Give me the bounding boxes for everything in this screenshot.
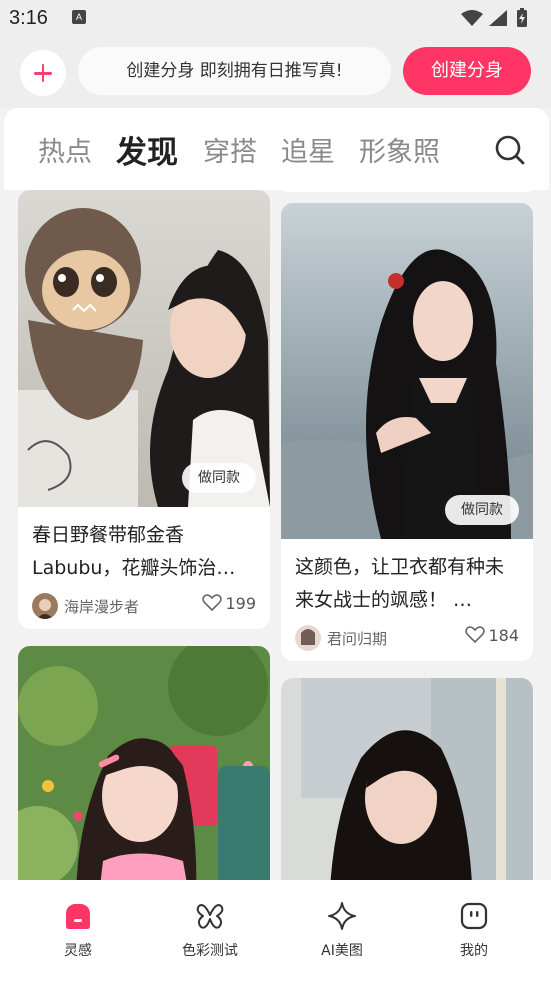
photo-girl-in-garden: [18, 646, 270, 880]
card-image[interactable]: [18, 646, 270, 880]
search-icon[interactable]: [494, 134, 526, 166]
feed-card-partial[interactable]: [281, 190, 533, 192]
category-tabs: 热点 发现 穿搭 追星 形象照: [4, 108, 549, 190]
heart-icon[interactable]: [202, 594, 223, 612]
create-avatar-button[interactable]: 创建分身: [403, 47, 531, 95]
tab-celebrity[interactable]: 追星: [281, 130, 335, 169]
photo-girl-with-plush: [18, 190, 270, 507]
create-avatar-promo[interactable]: 创建分身 即刻拥有日推写真!: [78, 47, 391, 95]
sparkle-icon[interactable]: [326, 900, 358, 932]
like-count-value: 184: [488, 626, 519, 645]
feed-card[interactable]: [281, 678, 533, 880]
feed-list[interactable]: 做同款 春日野餐带郁金香Labubu，花瓣头饰治… 海岸漫步者 199 做同款 …: [0, 190, 551, 880]
feed-card[interactable]: 做同款 春日野餐带郁金香Labubu，花瓣头饰治… 海岸漫步者 199: [18, 190, 270, 629]
feed-card[interactable]: [18, 646, 270, 880]
nav-label: 色彩测试: [182, 943, 238, 959]
butterfly-icon[interactable]: [194, 900, 226, 932]
status-system-icons: [461, 8, 527, 27]
inspiration-icon[interactable]: [62, 900, 94, 932]
card-meta: 君问归期 184: [281, 617, 533, 661]
tab-outfit[interactable]: 穿搭: [203, 130, 257, 169]
nav-item-color-test[interactable]: 色彩测试: [150, 900, 270, 960]
notification-icon: A: [72, 10, 86, 24]
like-count-value: 199: [225, 594, 256, 613]
card-title: 春日野餐带郁金香Labubu，花瓣头饰治…: [32, 524, 236, 579]
create-avatar-bar: 创建分身 即刻拥有日推写真! 创建分身: [0, 36, 551, 108]
author-avatar[interactable]: [295, 625, 321, 651]
heart-icon[interactable]: [465, 626, 486, 644]
card-image[interactable]: 做同款: [281, 203, 533, 539]
author-avatar[interactable]: [32, 593, 58, 619]
bottom-nav: 灵感 色彩测试 AI美图 我的: [0, 880, 551, 981]
card-title: 这颜色，让卫衣都有种未来女战士的飒感！ …: [295, 556, 505, 611]
nav-label: 我的: [460, 943, 488, 959]
status-bar: 3:16 A: [0, 0, 551, 36]
author-name[interactable]: 海岸漫步者: [64, 596, 139, 617]
photo-girl-by-sea: [281, 203, 533, 539]
wifi-icon: [461, 10, 483, 26]
same-style-button[interactable]: 做同款: [182, 463, 256, 493]
nav-label: AI美图: [321, 943, 363, 959]
tab-portrait[interactable]: 形象照: [359, 130, 440, 169]
feed-card[interactable]: 做同款 这颜色，让卫衣都有种未来女战士的飒感！ … 君问归期 184: [281, 203, 533, 661]
card-meta: 海岸漫步者 199: [18, 585, 270, 629]
photo-girl-by-window: [281, 678, 533, 880]
profile-face-icon[interactable]: [458, 900, 490, 932]
nav-item-ai-beauty[interactable]: AI美图: [282, 900, 402, 960]
author-name[interactable]: 君问归期: [327, 628, 387, 649]
status-time: 3:16: [9, 7, 48, 29]
nav-item-inspiration[interactable]: 灵感: [18, 900, 138, 960]
add-button[interactable]: [20, 50, 66, 96]
same-style-button[interactable]: 做同款: [445, 495, 519, 525]
cellular-signal-icon: [489, 10, 507, 26]
tab-hot[interactable]: 热点: [38, 130, 92, 169]
like-count[interactable]: 184: [465, 626, 519, 645]
tab-discover[interactable]: 发现: [116, 127, 178, 172]
card-image[interactable]: [281, 678, 533, 880]
nav-item-profile[interactable]: 我的: [414, 900, 534, 960]
nav-label: 灵感: [64, 943, 92, 959]
like-count[interactable]: 199: [202, 594, 256, 613]
card-image[interactable]: 做同款: [18, 190, 270, 507]
